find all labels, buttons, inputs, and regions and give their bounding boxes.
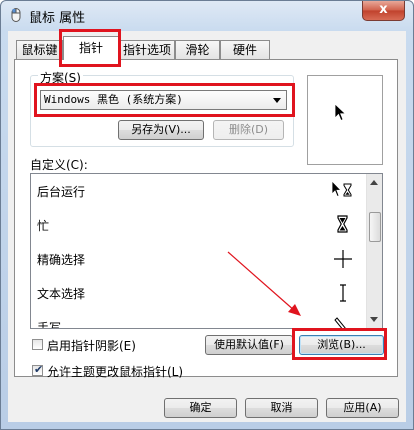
annotation-arrow-icon <box>221 249 311 329</box>
highlight-browse-button <box>292 328 387 360</box>
button-label: 确定 <box>189 401 212 414</box>
list-item-label: 文本选择 <box>37 287 86 301</box>
theme-checkbox[interactable]: ✔ <box>32 363 44 376</box>
list-item[interactable]: 忙 <box>31 208 365 242</box>
list-item-label: 忙 <box>37 219 50 233</box>
list-item-label: 精确选择 <box>37 253 86 267</box>
tab-label: 滑轮 <box>185 43 210 57</box>
list-item-label: 手写 <box>37 321 62 329</box>
button-label: 取消 <box>270 401 293 414</box>
highlight-scheme-select <box>34 83 295 117</box>
list-item[interactable]: 精确选择 <box>31 242 365 276</box>
button-label: 应用(A) <box>343 401 382 414</box>
arrow-cursor-icon <box>334 103 348 123</box>
scroll-up-icon[interactable] <box>370 180 378 185</box>
cursor-list[interactable]: 后台运行 忙 精确选择 文本选择 手写 <box>30 173 383 329</box>
arrow-hourglass-icon <box>331 180 355 202</box>
window-title: 鼠标 属性 <box>29 11 86 26</box>
close-button[interactable]: x <box>362 1 405 21</box>
use-default-button[interactable]: 使用默认值(F) <box>205 335 293 355</box>
list-scrollbar[interactable] <box>366 174 382 328</box>
tab-wheel[interactable]: 滑轮 <box>175 40 220 59</box>
customize-label: 自定义(C): <box>30 158 88 172</box>
cancel-button[interactable]: 取消 <box>245 398 318 418</box>
save-as-button[interactable]: 另存为(V)... <box>118 120 204 140</box>
apply-button[interactable]: 应用(A) <box>326 398 399 418</box>
ibeam-icon <box>331 282 355 304</box>
button-label: 删除(D) <box>228 123 269 136</box>
delete-button[interactable]: 删除(D) <box>213 120 284 140</box>
ok-button[interactable]: 确定 <box>164 398 237 418</box>
scroll-thumb[interactable] <box>369 212 381 242</box>
list-item[interactable]: 后台运行 <box>31 174 365 208</box>
close-icon: x <box>379 2 388 17</box>
theme-label: 允许主题更改鼠标指针(L) <box>47 365 184 379</box>
title-bar: 鼠标 属性 x <box>1 1 413 29</box>
tab-pointer-options[interactable]: 指针选项 <box>119 40 175 59</box>
tab-buttons[interactable]: 鼠标键 <box>16 40 63 59</box>
hourglass-icon <box>331 214 355 236</box>
mouse-icon <box>8 7 24 23</box>
list-item[interactable]: 文本选择 <box>31 276 365 310</box>
shadow-checkbox[interactable] <box>32 339 43 350</box>
tab-label: 指针选项 <box>122 43 171 57</box>
list-item-label: 后台运行 <box>37 185 86 199</box>
tab-label: 鼠标键 <box>21 43 58 57</box>
shadow-label: 启用指针阴影(E) <box>47 339 136 353</box>
tab-hardware[interactable]: 硬件 <box>220 40 270 59</box>
checkmark-icon: ✔ <box>34 363 44 376</box>
mouse-properties-window: 鼠标 属性 x 鼠标键 指针 指针选项 滑轮 硬件 方案(S) Windows … <box>0 0 414 430</box>
cursor-preview <box>307 75 383 165</box>
scroll-down-icon[interactable] <box>370 317 378 322</box>
tab-label: 硬件 <box>232 43 257 57</box>
crosshair-icon <box>331 248 355 270</box>
highlight-pointers-tab <box>59 29 121 67</box>
list-item[interactable]: 手写 <box>31 310 365 329</box>
button-label: 另存为(V)... <box>131 123 191 136</box>
button-label: 使用默认值(F) <box>214 338 284 351</box>
